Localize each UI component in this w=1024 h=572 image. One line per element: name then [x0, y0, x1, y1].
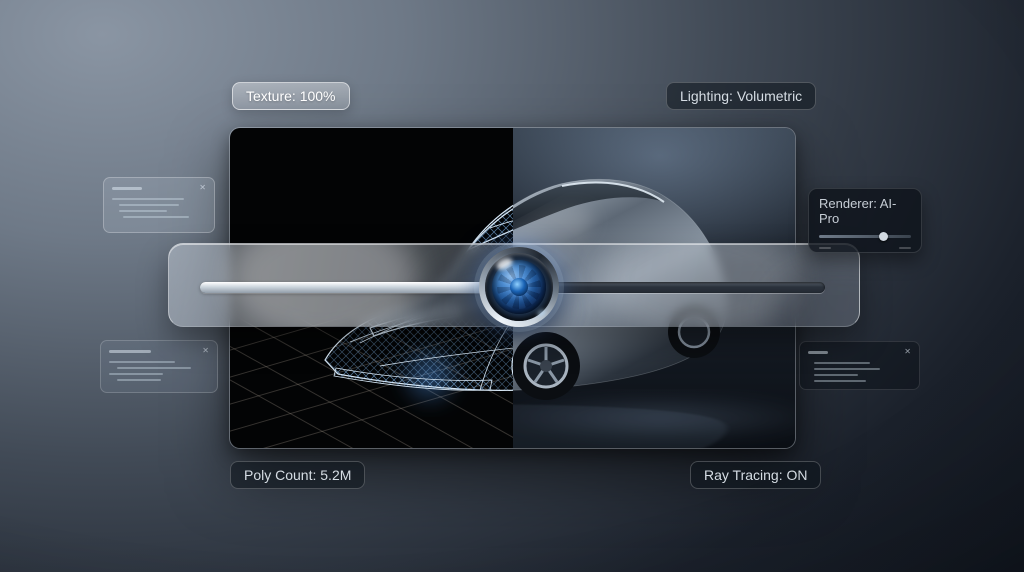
code-line [119, 210, 167, 212]
poly-count-badge-label: Poly Count: 5.2M [244, 467, 351, 483]
stat-line [814, 362, 870, 364]
render-studio-stage: Texture: 100% Lighting: Volumetric Poly … [0, 0, 1024, 572]
compare-slider-knob[interactable] [479, 247, 559, 327]
renderer-panel: Renderer: AI-Pro [808, 188, 922, 253]
stat-line [814, 368, 880, 370]
shader-code-panel: ✕ [103, 177, 215, 233]
lighting-badge-label: Lighting: Volumetric [680, 88, 802, 104]
code-line [109, 373, 163, 375]
code-line [112, 198, 184, 200]
renderer-slider-max-label [899, 247, 911, 249]
close-icon[interactable]: ✕ [904, 348, 911, 356]
panel-title [112, 187, 142, 190]
tessellation-code-panel: ✕ [100, 340, 218, 393]
panel-title [109, 350, 151, 353]
code-line [117, 367, 191, 369]
ray-tracing-badge: Ray Tracing: ON [690, 461, 821, 489]
code-line [109, 361, 175, 363]
panel-title [808, 351, 828, 354]
lighting-badge: Lighting: Volumetric [666, 82, 816, 110]
compare-slider-fill [200, 282, 519, 293]
renderer-panel-label: Renderer: AI-Pro [819, 196, 911, 226]
code-line [117, 379, 161, 381]
close-icon[interactable]: ✕ [199, 184, 206, 192]
code-line [119, 204, 179, 206]
texture-badge: Texture: 100% [232, 82, 350, 110]
compare-slider-track[interactable] [200, 282, 825, 293]
lens-pupil [510, 278, 528, 296]
close-icon[interactable]: ✕ [202, 347, 209, 355]
code-line [123, 216, 189, 218]
stat-line [814, 374, 858, 376]
ray-tracing-badge-label: Ray Tracing: ON [704, 467, 807, 483]
front-wheel [512, 332, 580, 400]
poly-count-badge: Poly Count: 5.2M [230, 461, 365, 489]
stat-line [814, 380, 866, 382]
renderer-slider-min-label [819, 247, 831, 249]
stats-panel: ✕ [799, 341, 920, 390]
texture-badge-label: Texture: 100% [246, 88, 336, 104]
